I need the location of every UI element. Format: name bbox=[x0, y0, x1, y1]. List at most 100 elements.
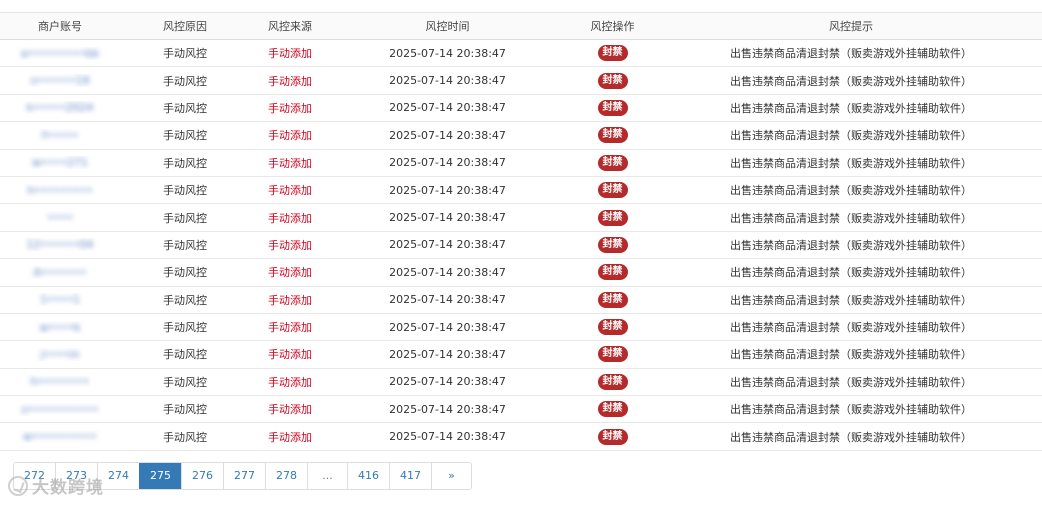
table-row: h•••••••• 手动风控 手动添加 2025-07-14 20:38:47 封禁 出售… bbox=[0, 369, 1042, 397]
cell-action: 封禁 bbox=[565, 346, 660, 363]
table-row: j••••in 手动风控 手动添加 2025-07-14 20:38:47 封禁 出售违禁… bbox=[0, 341, 1042, 369]
cell-account: h••••••••• bbox=[0, 184, 120, 197]
cell-time: 2025-07-14 20:38:47 bbox=[389, 293, 506, 307]
cell-source: 手动添加 bbox=[268, 156, 312, 170]
cell-hint: 出售违禁商品清退封禁（贩卖游戏外挂辅助软件） bbox=[730, 184, 972, 198]
cell-account: j••••in bbox=[0, 348, 120, 361]
cell-reason: 手动风控 bbox=[163, 101, 207, 115]
cell-source: 手动添加 bbox=[268, 74, 312, 88]
cell-source: 手动添加 bbox=[268, 293, 312, 307]
table-row: k•••••2024 手动风控 手动添加 2025-07-14 20:38:47 封禁 出… bbox=[0, 95, 1042, 123]
cell-hint: 出售违禁商品清退封禁（贩卖游戏外挂辅助软件） bbox=[730, 266, 972, 280]
ban-badge[interactable]: 封禁 bbox=[597, 346, 628, 363]
cell-source: 手动添加 bbox=[268, 403, 312, 417]
cell-account: w••••271 bbox=[0, 156, 120, 169]
account-link[interactable]: k•••••2024 bbox=[27, 101, 94, 114]
cell-hint: 出售违禁商品清退封禁（贩卖游戏外挂辅助软件） bbox=[730, 238, 972, 252]
account-link[interactable]: j••••in bbox=[40, 348, 79, 361]
table-row: A••••••• 手动风控 手动添加 2025-07-14 20:38:47 封禁 出售违… bbox=[0, 259, 1042, 287]
page-276[interactable]: 276 bbox=[181, 463, 223, 489]
ban-badge[interactable]: 封禁 bbox=[597, 264, 628, 281]
ban-badge[interactable]: 封禁 bbox=[597, 209, 628, 226]
cell-hint: 出售违禁商品清退封禁（贩卖游戏外挂辅助软件） bbox=[730, 156, 972, 170]
ban-badge[interactable]: 封禁 bbox=[597, 127, 628, 144]
cell-action: 封禁 bbox=[565, 401, 660, 418]
cell-action: 封禁 bbox=[565, 127, 660, 144]
ban-badge[interactable]: 封禁 bbox=[597, 428, 628, 445]
ban-badge[interactable]: 封禁 bbox=[597, 236, 628, 253]
page-278[interactable]: 278 bbox=[265, 463, 307, 489]
cell-reason: 手动风控 bbox=[163, 293, 207, 307]
cell-time: 2025-07-14 20:38:47 bbox=[389, 128, 506, 142]
cell-hint: 出售违禁商品清退封禁（贩卖游戏外挂辅助软件） bbox=[730, 348, 972, 362]
account-link[interactable]: w••••k bbox=[39, 321, 80, 334]
cell-source: 手动添加 bbox=[268, 238, 312, 252]
ban-badge[interactable]: 封禁 bbox=[597, 45, 628, 62]
cell-account: 12••••••04 bbox=[0, 238, 120, 251]
risk-control-table: 商户账号 风控原因 风控来源 风控时间 风控操作 风控提示 a•••••••••… bbox=[0, 12, 1042, 451]
cell-time: 2025-07-14 20:38:47 bbox=[389, 46, 506, 60]
cell-time: 2025-07-14 20:38:47 bbox=[389, 211, 506, 225]
cell-hint: 出售违禁商品清退封禁（贩卖游戏外挂辅助软件） bbox=[730, 129, 972, 143]
cell-source: 手动添加 bbox=[268, 211, 312, 225]
account-link[interactable]: s••••••••••• bbox=[21, 403, 98, 416]
account-link[interactable]: w•••••••••• bbox=[23, 430, 97, 443]
cell-time: 2025-07-14 20:38:47 bbox=[389, 430, 506, 444]
ban-badge[interactable]: 封禁 bbox=[597, 182, 628, 199]
cell-reason: 手动风控 bbox=[163, 74, 207, 88]
page-275[interactable]: 275 bbox=[139, 463, 181, 489]
account-link[interactable]: s••••••19 bbox=[31, 74, 90, 87]
ban-badge[interactable]: 封禁 bbox=[597, 373, 628, 390]
cell-time: 2025-07-14 20:38:47 bbox=[389, 402, 506, 416]
watermark: 大数跨境 bbox=[8, 473, 104, 498]
account-link[interactable]: 12••••••04 bbox=[27, 238, 94, 251]
cell-action: 封禁 bbox=[565, 373, 660, 390]
next-page-button[interactable]: » bbox=[431, 463, 471, 489]
account-link[interactable]: a•••••••••bk bbox=[21, 47, 100, 60]
cell-hint: 出售违禁商品清退封禁（贩卖游戏外挂辅助软件） bbox=[730, 293, 972, 307]
account-link[interactable]: w••••271 bbox=[32, 156, 88, 169]
cell-source: 手动添加 bbox=[268, 129, 312, 143]
cell-action: 封禁 bbox=[565, 428, 660, 445]
cell-time: 2025-07-14 20:38:47 bbox=[389, 347, 506, 361]
page-416[interactable]: 416 bbox=[347, 463, 389, 489]
account-link[interactable]: A••••••• bbox=[34, 266, 87, 279]
table-row: s••••••••••• 手动风控 手动添加 2025-07-14 20:38:47 封… bbox=[0, 396, 1042, 424]
page-277[interactable]: 277 bbox=[223, 463, 265, 489]
cell-time: 2025-07-14 20:38:47 bbox=[389, 238, 506, 252]
account-link[interactable]: f••••• bbox=[42, 129, 78, 142]
cell-source: 手动添加 bbox=[268, 375, 312, 389]
table-row: w••••271 手动风控 手动添加 2025-07-14 20:38:47 封禁 出售违… bbox=[0, 150, 1042, 177]
page-417[interactable]: 417 bbox=[389, 463, 431, 489]
cell-hint: 出售违禁商品清退封禁（贩卖游戏外挂辅助软件） bbox=[730, 74, 972, 88]
cell-action: 封禁 bbox=[565, 264, 660, 281]
ban-badge[interactable]: 封禁 bbox=[597, 319, 628, 336]
cell-account: h•••••••• bbox=[0, 375, 120, 388]
cell-source: 手动添加 bbox=[268, 321, 312, 335]
cell-account: a•••••••••bk bbox=[0, 47, 120, 60]
account-link[interactable]: 1••••1 bbox=[40, 293, 80, 306]
ban-badge[interactable]: 封禁 bbox=[597, 99, 628, 116]
table-row: •••• 手动风控 手动添加 2025-07-14 20:38:47 封禁 出售违禁商品清… bbox=[0, 204, 1042, 232]
header-time: 风控时间 bbox=[425, 20, 470, 33]
cell-source: 手动添加 bbox=[268, 47, 312, 61]
header-reason: 风控原因 bbox=[163, 20, 207, 33]
header-hint: 风控提示 bbox=[829, 20, 873, 33]
account-link[interactable]: h••••••••• bbox=[27, 184, 92, 197]
cell-reason: 手动风控 bbox=[163, 184, 207, 198]
cell-time: 2025-07-14 20:38:47 bbox=[389, 101, 506, 115]
cell-action: 封禁 bbox=[565, 154, 660, 171]
table-row: w••••k 手动风控 手动添加 2025-07-14 20:38:47 封禁 出售违禁商… bbox=[0, 314, 1042, 342]
ban-badge[interactable]: 封禁 bbox=[597, 401, 628, 418]
account-link[interactable]: h•••••••• bbox=[31, 375, 90, 388]
table-row: 12••••••04 手动风控 手动添加 2025-07-14 20:38:47 封禁 出… bbox=[0, 232, 1042, 260]
cell-account: •••• bbox=[0, 211, 120, 224]
table-row: f••••• 手动风控 手动添加 2025-07-14 20:38:47 封禁 出售违禁商… bbox=[0, 122, 1042, 150]
ban-badge[interactable]: 封禁 bbox=[597, 72, 628, 89]
ban-badge[interactable]: 封禁 bbox=[597, 291, 628, 308]
cell-account: s••••••••••• bbox=[0, 403, 120, 416]
account-link[interactable]: •••• bbox=[47, 211, 73, 224]
table-row: s••••••19 手动风控 手动添加 2025-07-14 20:38:47 封禁 出售… bbox=[0, 67, 1042, 95]
ban-badge[interactable]: 封禁 bbox=[597, 154, 628, 171]
cell-hint: 出售违禁商品清退封禁（贩卖游戏外挂辅助软件） bbox=[730, 430, 972, 444]
